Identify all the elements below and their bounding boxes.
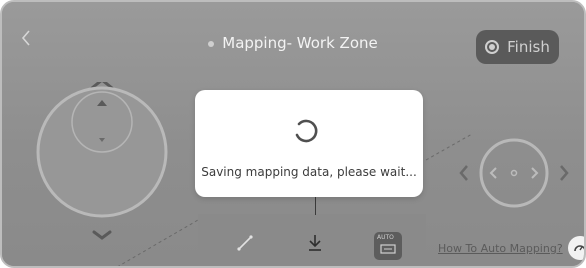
auto-badge-label: AUTO [377, 234, 394, 241]
finish-button[interactable]: Finish [476, 30, 559, 64]
rotate-right-icon[interactable] [560, 165, 569, 181]
pen-line-icon [237, 235, 253, 251]
rotate-control[interactable] [454, 130, 574, 220]
direction-joystick[interactable] [34, 82, 170, 242]
mapping-screen: Mapping- Work Zone Finish AUTO How To Au… [2, 2, 584, 266]
how-to-auto-mapping-link[interactable]: How To Auto Mapping? [438, 242, 563, 255]
auto-map-icon [380, 244, 396, 254]
edit-boundary-button[interactable] [230, 228, 260, 258]
joystick-down-arrow-icon[interactable] [92, 230, 112, 240]
rotate-ring-right-icon [531, 167, 539, 179]
auto-mapping-button[interactable]: AUTO [374, 232, 402, 260]
rotate-ring-left-icon [489, 167, 497, 179]
finish-label: Finish [507, 38, 550, 56]
top-bar: Mapping- Work Zone Finish [2, 2, 584, 74]
modal-connector-line [315, 197, 316, 215]
saving-dialog: Saving mapping data, please wait... [195, 90, 423, 197]
status-dot-icon [208, 40, 215, 47]
record-icon [485, 40, 500, 54]
rotate-left-icon[interactable] [459, 165, 468, 181]
help-corner-button[interactable] [568, 236, 584, 260]
page-title-text: Mapping- Work Zone [222, 34, 378, 52]
saving-message: Saving mapping data, please wait... [201, 165, 417, 179]
rotate-center-icon [510, 169, 518, 177]
gauge-icon [574, 245, 584, 252]
set-dock-button[interactable] [300, 228, 330, 258]
loading-spinner-icon [295, 119, 318, 143]
download-to-dock-icon [309, 235, 321, 251]
device-screen: Mapping- Work Zone Finish AUTO How To Au… [0, 0, 586, 268]
